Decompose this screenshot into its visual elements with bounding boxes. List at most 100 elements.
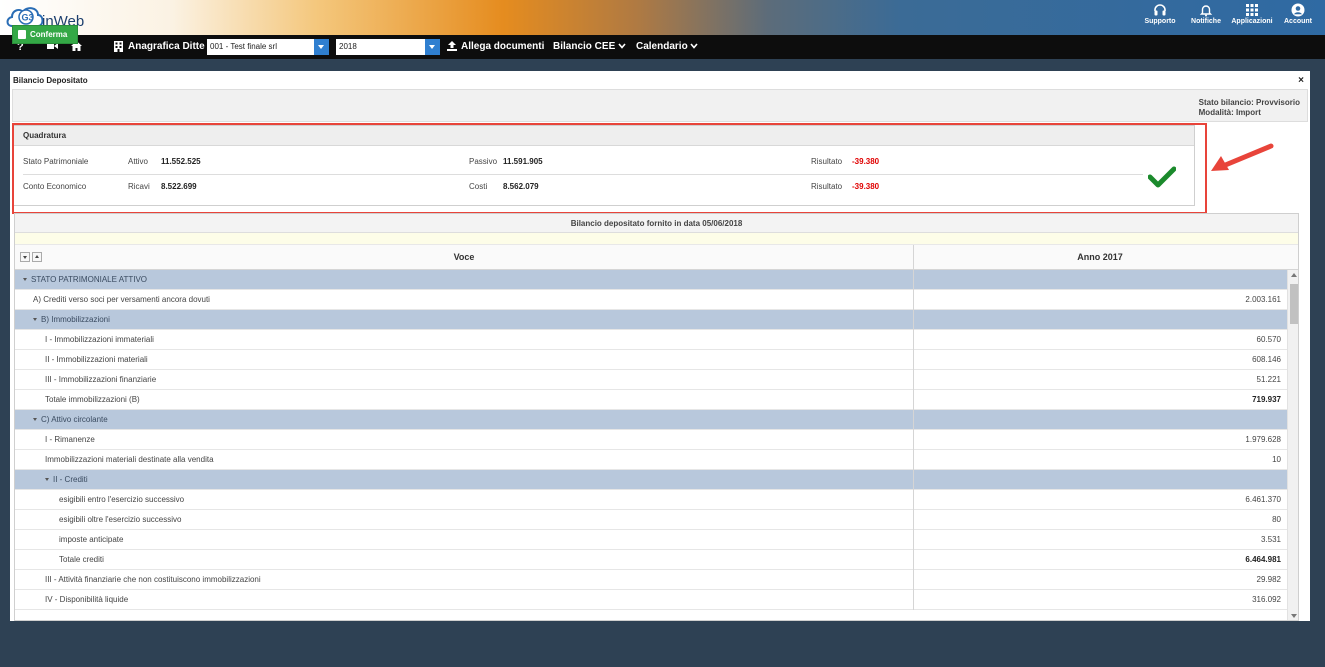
expand-toggle-icon[interactable] [45,478,49,482]
account-button[interactable]: Account [1275,2,1321,25]
row-label: A) Crediti verso soci per versamenti anc… [33,290,210,309]
column-divider [913,330,914,350]
row-label: II - Immobilizzazioni materiali [45,350,148,369]
row-value: 316.092 [1252,595,1281,604]
row-label: III - Attività finanziarie che non costi… [45,570,261,589]
row-label-text: II - Immobilizzazioni materiali [45,355,148,364]
grid-filter-row [15,233,1298,245]
table-row: III - Attività finanziarie che non costi… [15,570,1287,590]
bilancio-cee-menu[interactable]: Bilancio CEE [553,35,626,59]
row-label-text: Immobilizzazioni materiali destinate all… [45,455,214,464]
row-label-text: A) Crediti verso soci per versamenti anc… [33,295,210,304]
menu-bar: ? Anagrafica Ditte 001 - Test finale srl… [0,35,1325,59]
year-select-dropdown[interactable] [425,39,440,55]
row-value: 1.979.628 [1245,435,1281,444]
applications-label: Applicazioni [1231,18,1273,25]
expand-toggle-icon[interactable] [33,418,37,422]
column-divider [913,310,914,330]
group-row[interactable]: II - Crediti [15,470,1287,490]
grid-rows: STATO PATRIMONIALE ATTIVO A) Crediti vers… [15,270,1287,610]
scroll-thumb[interactable] [1290,284,1298,324]
risultato-value: -39.380 [852,182,880,191]
row-label: II - Crediti [45,470,88,489]
scroll-up-icon[interactable] [1291,273,1297,277]
bilancio-grid: Bilancio depositato fornito in data 05/0… [14,213,1299,621]
attivo-label: Attivo [128,157,149,166]
modalita: Modalità: Import [1198,108,1261,117]
calendario-label: Calendario [636,41,688,52]
allega-documenti-menu[interactable]: Allega documenti [461,35,544,59]
column-divider [913,530,914,550]
table-row: esigibili entro l'esercizio successivo 6.… [15,490,1287,510]
quadratura-box: Quadratura Stato Patrimoniale Attivo 11.… [13,125,1195,206]
group-row[interactable]: STATO PATRIMONIALE ATTIVO [15,270,1287,290]
row-label: IV - Disponibilità liquide [45,590,128,609]
bilancio-cee-label: Bilancio CEE [553,41,616,52]
row-value: 80 [1272,515,1281,524]
row-label: I - Immobilizzazioni immateriali [45,330,154,349]
grid-caption: Bilancio depositato fornito in data 05/0… [15,214,1298,233]
table-row: III - Immobilizzazioni finanziarie 51.221 [15,370,1287,390]
upload-icon [447,35,457,59]
group-row[interactable]: C) Attivo circolante [15,410,1287,430]
column-divider [913,270,914,290]
row-value: 608.146 [1252,355,1281,364]
table-row: I - Immobilizzazioni immateriali 60.570 [15,330,1287,350]
column-divider [913,510,914,530]
row-label: esigibili oltre l'esercizio successivo [59,510,181,529]
calendario-menu[interactable]: Calendario [636,35,699,59]
column-divider [913,430,914,450]
panel-title: Bilancio Depositato [13,76,88,85]
save-icon [18,30,26,39]
account-icon [1291,3,1305,17]
row-value: 6.461.370 [1245,495,1281,504]
row-label-text: imposte anticipate [59,535,124,544]
anagrafica-ditte-menu[interactable]: Anagrafica Ditte [128,35,205,59]
expand-toggle-icon[interactable] [33,318,37,322]
row-label: C) Attivo circolante [33,410,108,429]
row-label-text: III - Attività finanziarie che non costi… [45,575,261,584]
applications-button[interactable]: Applicazioni [1229,2,1275,25]
panel-toolbar [12,89,1308,122]
building-icon [114,35,123,59]
row-name: Stato Patrimoniale [23,157,89,166]
row-value: 2.003.161 [1245,295,1281,304]
top-bar: G3 inWeb Supporto Notifiche Applicazioni… [0,0,1325,35]
table-row: II - Immobilizzazioni materiali 608.146 [15,350,1287,370]
check-icon [1148,166,1176,188]
expand-toggle-icon[interactable] [23,278,27,282]
row-value: 6.464.981 [1245,555,1281,564]
year-select[interactable]: 2018 [336,39,425,55]
close-button[interactable]: × [1298,75,1304,86]
row-label-text: B) Immobilizzazioni [41,315,110,324]
column-divider [913,290,914,310]
scroll-down-icon[interactable] [1291,614,1297,618]
row-label-text: I - Immobilizzazioni immateriali [45,335,154,344]
notifications-button[interactable]: Notifiche [1183,2,1229,25]
conferma-button[interactable]: Conferma [12,25,78,44]
column-divider [913,410,914,430]
column-divider [913,550,914,570]
row-label: esigibili entro l'esercizio successivo [59,490,184,509]
col-voce-header[interactable]: Voce [15,252,913,262]
ricavi-label: Ricavi [128,182,150,191]
group-row[interactable]: B) Immobilizzazioni [15,310,1287,330]
row-label: I - Rimanenze [45,430,95,449]
row-label-text: esigibili entro l'esercizio successivo [59,495,185,504]
column-divider [913,490,914,510]
table-row: esigibili oltre l'esercizio successivo 80 [15,510,1287,530]
table-row: IV - Disponibilità liquide 316.092 [15,590,1287,610]
row-label: STATO PATRIMONIALE ATTIVO [23,270,147,289]
column-divider [913,470,914,490]
col-anno-header[interactable]: Anno 2017 [913,252,1287,262]
company-select[interactable]: 001 - Test finale srl [207,39,314,55]
row-value: 10 [1272,455,1281,464]
support-button[interactable]: Supporto [1137,2,1183,25]
row-value: 29.982 [1256,575,1281,584]
company-select-dropdown[interactable] [314,39,329,55]
account-label: Account [1284,18,1312,25]
row-label: III - Immobilizzazioni finanziarie [45,370,156,389]
column-divider [913,570,914,590]
vertical-scrollbar[interactable] [1287,270,1298,620]
column-divider [913,245,914,269]
